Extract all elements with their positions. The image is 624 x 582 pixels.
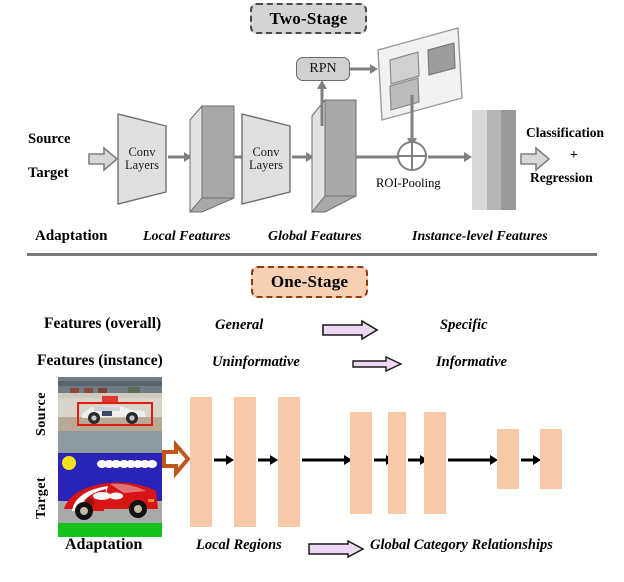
target-image-side-label: Target bbox=[34, 476, 49, 520]
network-bar-8 bbox=[540, 429, 562, 489]
features-instance-from-label: Uninformative bbox=[212, 354, 300, 370]
local-features-slab bbox=[189, 104, 236, 214]
rpn-box: RPN bbox=[296, 57, 350, 81]
one-stage-global-category-label: Global Category Relationships bbox=[370, 537, 553, 553]
arrow-conv1-to-local-features bbox=[168, 150, 192, 164]
two-stage-title-badge: Two-Stage bbox=[250, 3, 367, 34]
network-bar-7 bbox=[497, 429, 519, 489]
arrow-bar1-to-bar2 bbox=[214, 454, 234, 466]
arrow-roi-pooling-to-instance-features bbox=[428, 150, 472, 164]
one-stage-title-text: One-Stage bbox=[270, 272, 349, 291]
network-bar-1 bbox=[190, 397, 212, 527]
conv-block-2-line2: Layers bbox=[248, 158, 283, 172]
features-overall-label: Features (overall) bbox=[44, 315, 162, 332]
two-stage-local-features-label: Local Features bbox=[143, 229, 231, 244]
network-bar-2 bbox=[234, 397, 256, 527]
target-domain-image bbox=[58, 453, 162, 537]
two-stage-input-source-label: Source bbox=[28, 131, 71, 147]
features-instance-to-label: Informative bbox=[436, 354, 507, 370]
one-stage-title-badge: One-Stage bbox=[251, 266, 368, 298]
roi-pooling-label: ROI-Pooling bbox=[376, 176, 441, 190]
one-stage-local-regions-label: Local Regions bbox=[196, 537, 282, 553]
network-bar-4 bbox=[350, 412, 372, 514]
arrow-bar2-to-bar3 bbox=[258, 454, 278, 466]
region-proposal-map bbox=[374, 26, 466, 126]
two-stage-input-target-label: Target bbox=[28, 165, 69, 181]
two-stage-adaptation-label: Adaptation bbox=[35, 228, 108, 244]
features-instance-label: Features (instance) bbox=[37, 352, 163, 369]
features-overall-lavender-arrow-icon bbox=[322, 319, 379, 341]
source-domain-image bbox=[58, 377, 162, 453]
output-classification-label: Classification bbox=[526, 125, 605, 140]
rpn-label: RPN bbox=[309, 61, 337, 76]
arrow-global-features-to-roi-pooling bbox=[356, 150, 398, 164]
one-stage-adaptation-label: Adaptation bbox=[65, 536, 143, 553]
source-image-side-label: Source bbox=[34, 392, 49, 436]
arrow-global-features-to-rpn bbox=[315, 80, 329, 126]
network-bar-6 bbox=[424, 412, 446, 514]
output-block-arrow-icon bbox=[520, 146, 551, 172]
conv-block-1-line2: Layers bbox=[124, 158, 159, 172]
input-block-arrow-icon bbox=[88, 146, 119, 172]
conv-layers-block-1: Conv Layers bbox=[116, 112, 168, 206]
orange-input-block-arrow-icon bbox=[162, 439, 191, 479]
network-bar-5 bbox=[388, 412, 406, 514]
one-stage-lavender-arrow-icon bbox=[308, 539, 365, 559]
section-divider bbox=[27, 253, 597, 256]
arrow-bar6-to-bar7 bbox=[448, 454, 498, 466]
features-overall-from-label: General bbox=[215, 317, 264, 333]
two-stage-instance-features-label: Instance-level Features bbox=[412, 229, 548, 244]
arrow-bar7-to-bar8 bbox=[521, 454, 541, 466]
roi-pooling-sum-circle-icon bbox=[396, 140, 428, 172]
conv-layers-block-2: Conv Layers bbox=[240, 112, 292, 206]
features-instance-lavender-arrow-icon bbox=[352, 355, 403, 373]
instance-level-features-slab bbox=[472, 110, 516, 210]
two-stage-title-text: Two-Stage bbox=[269, 8, 348, 28]
arrow-conv2-to-global-features bbox=[292, 150, 314, 164]
output-regression-label: Regression bbox=[530, 170, 593, 185]
output-plus-label: + bbox=[570, 147, 578, 162]
arrow-bar3-to-bar4 bbox=[302, 454, 352, 466]
two-stage-global-features-label: Global Features bbox=[268, 229, 362, 244]
network-bar-3 bbox=[278, 397, 300, 527]
features-overall-to-label: Specific bbox=[440, 317, 488, 333]
